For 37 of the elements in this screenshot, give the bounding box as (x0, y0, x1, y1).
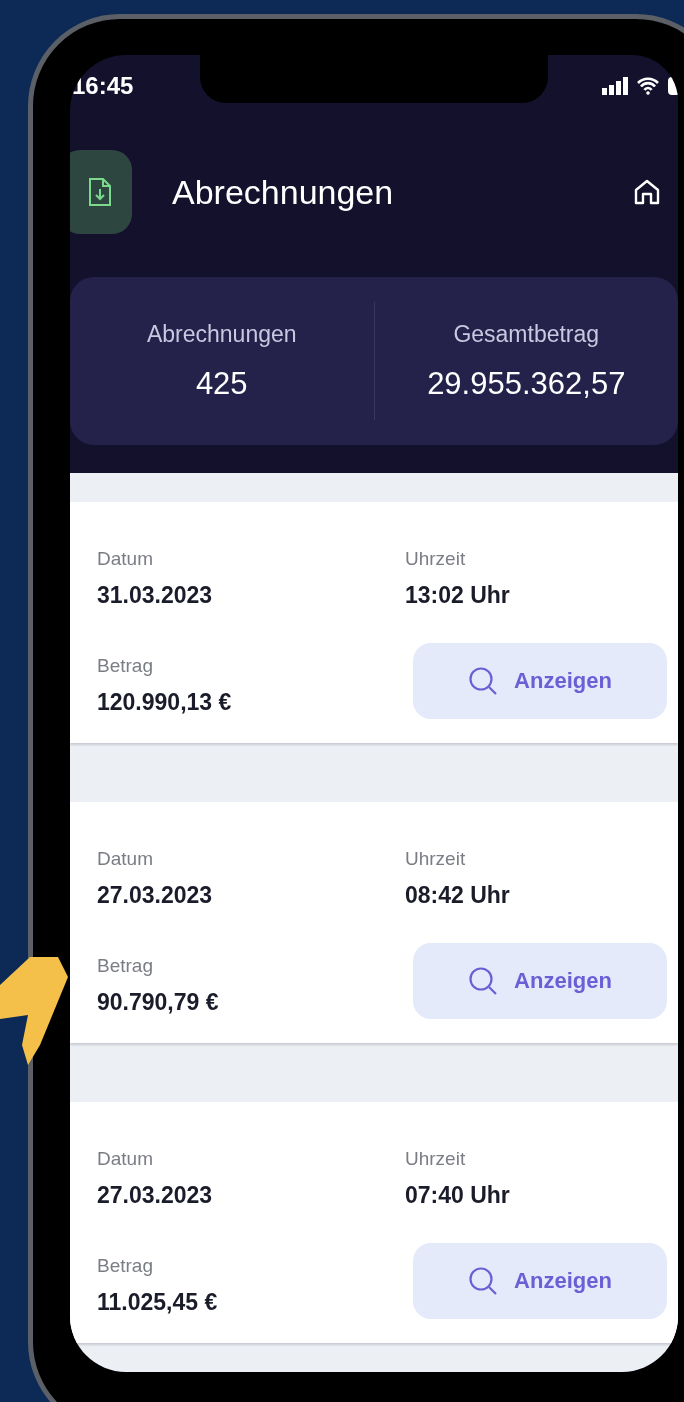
summary-value: 425 (195, 365, 248, 402)
home-icon (632, 177, 662, 207)
amount-value: 120.990,13 € (97, 689, 233, 716)
summary-label: Gesamtbetrag (453, 320, 600, 348)
field-label: Betrag (97, 1255, 154, 1277)
home-button[interactable] (632, 177, 662, 207)
view-button[interactable]: Anzeigen (413, 1243, 667, 1319)
field-label: Uhrzeit (405, 1148, 467, 1170)
view-button[interactable]: Anzeigen (413, 643, 667, 719)
field-label: Datum (97, 548, 154, 570)
file-download-button[interactable] (70, 150, 132, 234)
battery-icon (668, 77, 678, 95)
search-icon (468, 1266, 499, 1296)
wifi-icon (636, 77, 660, 95)
field-label: Uhrzeit (405, 848, 467, 870)
time-value: 07:40 Uhr (405, 1182, 511, 1209)
time-value: 13:02 Uhr (405, 582, 511, 609)
date-value: 27.03.2023 (97, 882, 214, 909)
date-value: 27.03.2023 (97, 1182, 214, 1209)
status-time: 16:45 (72, 72, 134, 100)
signal-icon (602, 77, 628, 95)
time-value: 08:42 Uhr (405, 882, 511, 909)
field-label: Uhrzeit (405, 548, 467, 570)
date-value: 31.03.2023 (97, 582, 214, 609)
summary-value: 29.955.362,57 (427, 365, 626, 402)
field-label: Datum (97, 1148, 154, 1170)
search-icon (468, 966, 499, 996)
file-download-icon (88, 177, 112, 207)
amount-value: 90.790,79 € (97, 989, 220, 1016)
search-icon (468, 666, 499, 696)
field-label: Datum (97, 848, 154, 870)
summary-label: Abrechnungen (146, 320, 297, 348)
amount-value: 11.025,45 € (97, 1289, 219, 1316)
field-label: Betrag (97, 655, 154, 677)
field-label: Betrag (97, 955, 154, 977)
view-button[interactable]: Anzeigen (413, 943, 667, 1019)
page-title: Abrechnungen (172, 172, 395, 212)
